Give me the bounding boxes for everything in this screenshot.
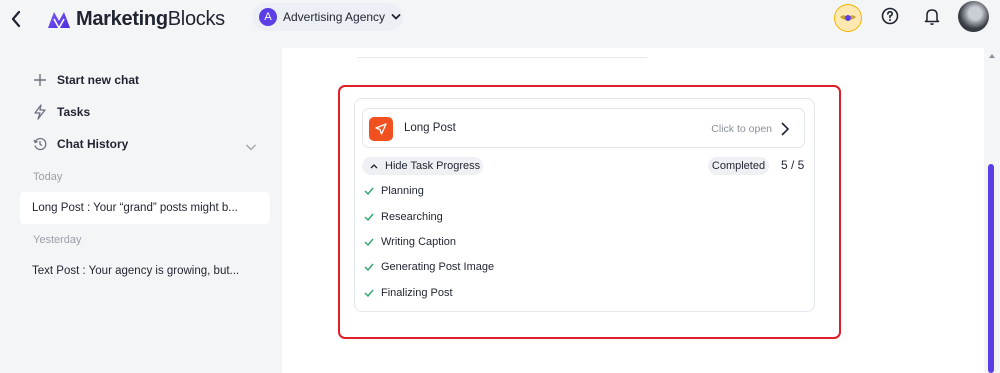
start-new-chat-label: Start new chat [57,73,140,87]
award-badge-icon[interactable] [834,4,862,32]
step-item: Planning [364,183,424,199]
step-item: Writing Caption [364,234,456,250]
open-post-button[interactable]: Long Post Click to open [362,108,805,148]
step-count: 5 / 5 [781,158,805,172]
chevron-right-icon [781,122,790,136]
chevron-left-icon [11,10,21,28]
check-icon [364,263,374,271]
back-button[interactable] [4,6,28,32]
history-item[interactable]: Long Post : Your “grand” posts might b..… [20,192,270,224]
step-label: Generating Post Image [381,261,495,273]
chevron-down-icon [391,14,401,20]
tasks-button[interactable]: Tasks [33,102,90,122]
check-icon [364,187,374,195]
check-icon [364,289,374,297]
plus-icon [34,74,46,86]
chat-history-label: Chat History [57,137,129,151]
hide-task-progress-button[interactable]: Hide Task Progress [362,157,483,175]
today-label: Today [33,171,63,183]
tasks-label: Tasks [57,105,91,119]
bell-icon[interactable] [922,6,942,26]
hide-task-progress-label: Hide Task Progress [385,160,481,172]
step-label: Writing Caption [381,236,456,248]
scroll-up-arrow[interactable] [989,54,995,58]
history-item[interactable]: Text Post : Your agency is growing, but.… [20,255,270,287]
check-icon [364,213,374,221]
help-circle-icon[interactable] [880,6,900,26]
chevron-down-icon[interactable] [244,140,258,154]
yesterday-label: Yesterday [33,234,82,246]
step-label: Planning [381,185,424,197]
agency-name: Advertising Agency [283,10,386,24]
chat-main-panel: Long Post Click to open Hide Task Progre… [282,48,984,373]
agency-selector[interactable]: A Advertising Agency [252,3,403,31]
start-new-chat-button[interactable]: Start new chat [33,70,139,90]
scrollbar[interactable] [984,48,1000,373]
history-icon [33,137,47,151]
chat-history-button[interactable]: Chat History [33,134,128,154]
scrollbar-thumb[interactable] [988,164,994,373]
post-title: Long Post [404,122,456,134]
user-avatar[interactable] [958,1,989,32]
send-icon [369,117,393,141]
chevron-up-icon [370,164,378,169]
step-item: Generating Post Image [364,259,494,275]
step-item: Researching [364,209,443,225]
app-logo[interactable]: MarketingBlocks [46,6,225,32]
step-label: Finalizing Post [381,287,453,299]
step-item: Finalizing Post [364,285,453,301]
agency-avatar: A [259,8,277,26]
divider [357,57,647,58]
top-bar: MarketingBlocks A Advertising Agency [0,0,1000,40]
check-icon [364,238,374,246]
marketingblocks-logo-icon [48,12,70,30]
task-progress-card: Long Post Click to open Hide Task Progre… [354,98,815,312]
bolt-icon [34,104,46,120]
app-name: MarketingBlocks [76,7,225,30]
status-badge: Completed [708,157,769,175]
step-label: Researching [381,211,443,223]
sidebar: Start new chat Tasks Chat History Today … [0,40,282,373]
click-to-open-label: Click to open [711,123,772,135]
